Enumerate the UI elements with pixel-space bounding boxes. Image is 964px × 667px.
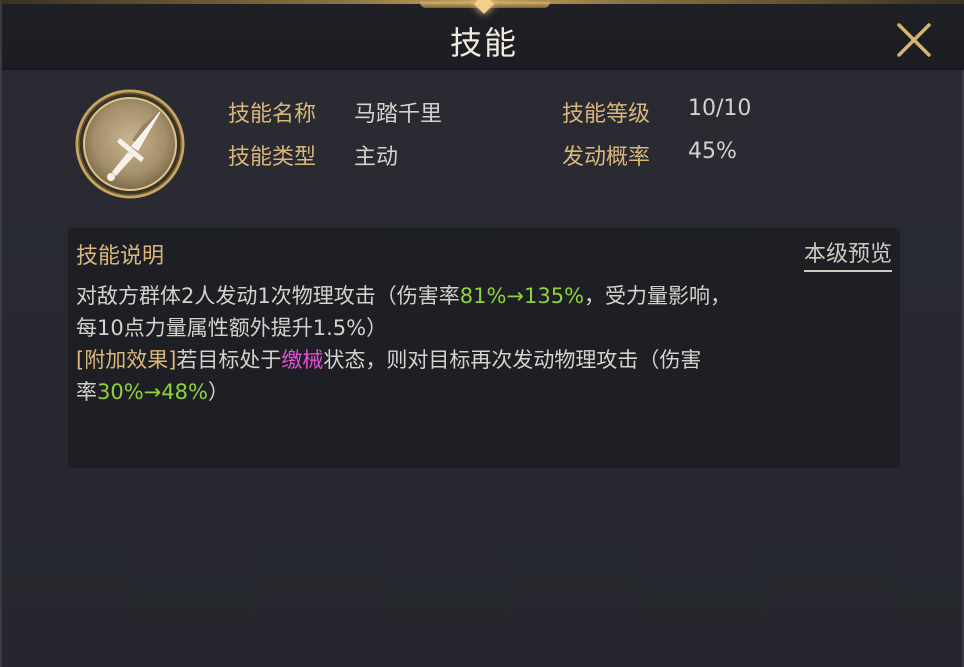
skill-name-label: 技能名称	[228, 102, 317, 127]
skill-level-label: 技能等级	[562, 102, 651, 127]
skill-description-box: 技能说明 本级预览 对敌方群体2人发动1次物理攻击（伤害率81%→135%，受力…	[68, 228, 900, 468]
skill-level-value: 10/10	[688, 96, 752, 121]
description-line-2: 每10点力量属性额外提升1.5%）	[76, 316, 388, 340]
level-preview-link[interactable]: 本级预览	[803, 236, 892, 272]
extra-damage-range: 30%→48%	[97, 380, 208, 404]
skill-name-value: 马踏千里	[354, 102, 443, 127]
dialog-title: 技能	[449, 24, 518, 62]
description-line-1: 对敌方群体2人发动1次物理攻击（伤害率81%→135%，受力量影响，	[76, 284, 732, 308]
close-button[interactable]	[894, 20, 934, 60]
close-icon	[897, 23, 931, 57]
sword-skill-icon	[72, 88, 188, 200]
skill-type-value: 主动	[354, 145, 399, 170]
trigger-chance-value: 45%	[688, 139, 737, 164]
skill-dialog: 技能 技能名称 马踏千里 技能等级 10/10 技能类型 主动 发动概率 45%…	[0, 0, 964, 667]
description-title: 技能说明	[76, 244, 165, 269]
description-line-4: 率30%→48%）	[76, 380, 229, 404]
disarm-status: 缴械	[281, 348, 324, 372]
damage-rate-range: 81%→135%	[459, 284, 585, 308]
description-text: 对敌方群体2人发动1次物理攻击（伤害率81%→135%，受力量影响， 每10点力…	[76, 280, 896, 408]
top-ornament	[420, 0, 550, 14]
skill-type-label: 技能类型	[228, 145, 317, 170]
trigger-chance-label: 发动概率	[562, 145, 651, 170]
description-line-3: [附加效果]若目标处于缴械状态，则对目标再次发动物理攻击（伤害	[76, 348, 702, 372]
extra-effect-tag: [附加效果]	[76, 348, 177, 372]
